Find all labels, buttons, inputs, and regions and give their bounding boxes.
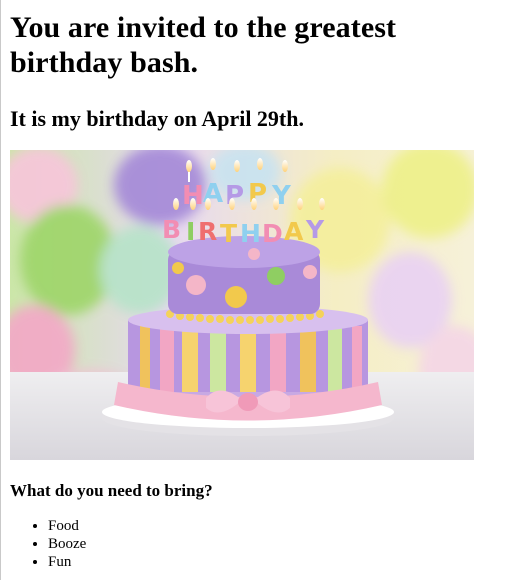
svg-text:T: T xyxy=(220,219,237,248)
bring-list: Food Booze Fun xyxy=(10,517,500,571)
svg-text:P: P xyxy=(248,179,267,209)
svg-text:H: H xyxy=(240,219,261,248)
svg-text:A: A xyxy=(284,217,304,246)
bring-question: What do you need to bring? xyxy=(10,481,213,500)
svg-text:D: D xyxy=(262,219,283,248)
svg-text:Y: Y xyxy=(305,215,325,244)
svg-text:R: R xyxy=(198,217,217,246)
svg-text:I: I xyxy=(186,217,195,246)
list-item: Fun xyxy=(48,553,500,571)
list-item: Food xyxy=(48,517,500,535)
svg-text:B: B xyxy=(162,215,181,244)
window-left-border xyxy=(0,0,1,580)
page-title: You are invited to the greatest birthday… xyxy=(10,11,397,79)
page-subtitle: It is my birthday on April 29th. xyxy=(10,106,304,131)
invitation-page: You are invited to the greatest birthday… xyxy=(10,0,500,571)
birthday-cake-image: H A P P Y B I R T H D A Y xyxy=(10,150,474,460)
list-item: Booze xyxy=(48,535,500,553)
